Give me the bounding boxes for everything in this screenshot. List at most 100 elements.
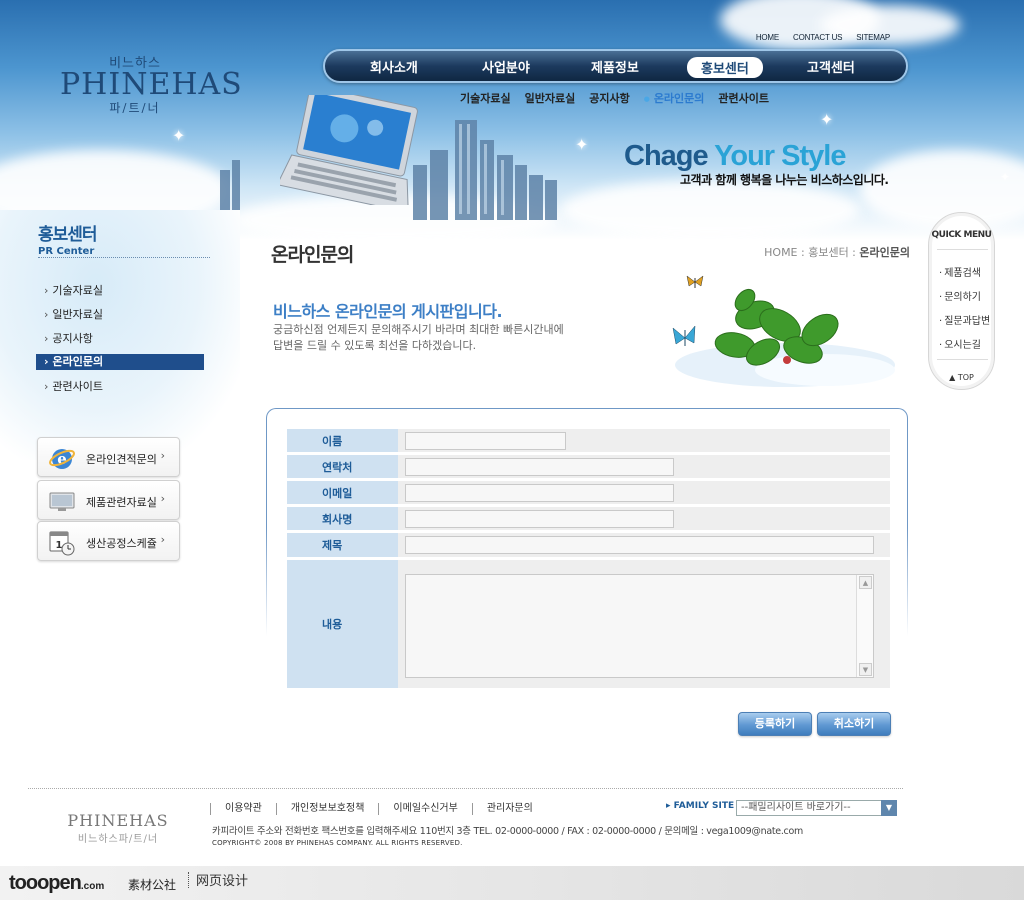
family-site-label: FAMILY SITE [666, 801, 735, 811]
nav-item-business[interactable]: 사업분야 [482, 57, 530, 76]
watermark-cn1: 素材公社 [128, 878, 177, 892]
subnav-related-sites[interactable]: 관련사이트 [718, 90, 769, 106]
watermark-domain: .com [80, 881, 105, 892]
sidebar-item-tech-library[interactable]: 기술자료실 [36, 282, 204, 306]
intro-line-2: 답변을 드릴 수 있도록 최선을 다하겠습니다. [273, 339, 477, 352]
family-site-select[interactable]: --패밀리사이트 바로가기-- ▼ [736, 800, 897, 816]
sidebar-title: 홍보센터 PR Center [38, 220, 98, 257]
footer-link-email-refusal[interactable]: 이메일수신거부 [378, 803, 471, 815]
subject-input[interactable] [405, 536, 874, 554]
quick-menu-divider [937, 359, 988, 360]
breadcrumb: HOME : 홍보센터 : 온라인문의 [764, 244, 910, 260]
slogan-part1: Chage [624, 140, 715, 172]
sidebar-title-en: PR Center [38, 246, 95, 257]
sub-nav: 기술자료실 일반자료실 공지사항 온라인문의 관련사이트 [460, 90, 769, 106]
email-input[interactable] [405, 484, 674, 502]
subnav-notice[interactable]: 공지사항 [589, 90, 629, 106]
laptop-illustration [280, 95, 418, 205]
body-textarea[interactable] [405, 574, 874, 678]
footer-link-admin[interactable]: 관리자문의 [471, 803, 547, 815]
form-row-name: 이름 [287, 429, 890, 452]
utility-links: HOME CONTACT US SITEMAP [756, 33, 890, 42]
scroll-down-icon[interactable]: ▼ [859, 663, 872, 676]
quote-inquiry-button[interactable]: e 온라인견적문의 › [37, 437, 180, 477]
footer-divider [28, 788, 903, 789]
form-label-company: 회사명 [287, 507, 398, 530]
watermark-brand: tooopen [9, 872, 82, 894]
footer-copyright: COPYRIGHT© 2008 BY PHINEHAS COMPANY. ALL… [212, 839, 463, 847]
submit-button[interactable]: 등록하기 [738, 712, 812, 736]
form-row-body: 내용 ▲ ▼ [287, 560, 890, 688]
scroll-up-icon[interactable]: ▲ [859, 576, 872, 589]
sidebar-item-general-library[interactable]: 일반자료실 [36, 306, 204, 330]
slogan-part2: Your Style [714, 140, 846, 172]
calendar-clock-icon: 1 [49, 531, 75, 556]
nav-item-company[interactable]: 회사소개 [370, 57, 418, 76]
footer-link-terms[interactable]: 이용약관 [210, 803, 276, 815]
breadcrumb-current: 온라인문의 [859, 246, 910, 259]
util-home-link[interactable]: HOME [756, 33, 779, 42]
sidebar-item-online-inquiry[interactable]: 온라인문의 [36, 354, 204, 370]
quick-item-qna[interactable]: 질문과답변 [939, 312, 990, 327]
subnav-tech-library[interactable]: 기술자료실 [460, 90, 511, 106]
quick-menu: QUICK MENU 제품검색 문의하기 질문과답변 오시는길 ▲ TOP [928, 212, 995, 390]
chevron-right-icon: › [160, 533, 165, 546]
subnav-general-library[interactable]: 일반자료실 [525, 90, 576, 106]
sidebar-item-notice[interactable]: 공지사항 [36, 330, 204, 354]
footer-address: 카피라이트 주소와 전화번호 팩스번호를 입력해주세요 110번지 3층 TEL… [212, 826, 803, 837]
util-contact-link[interactable]: CONTACT US [793, 33, 842, 42]
chevron-right-icon: › [160, 492, 165, 505]
butterfly-icon [686, 275, 704, 288]
quick-item-inquiry[interactable]: 문의하기 [939, 288, 981, 303]
textarea-scrollbar[interactable]: ▲ ▼ [856, 575, 873, 677]
footer-links: 이용약관 개인정보보호정책 이메일수신거부 관리자문의 [210, 803, 547, 815]
internet-explorer-icon: e [49, 449, 75, 469]
main-nav: 회사소개 사업분야 제품정보 홍보센터 고객센터 [323, 49, 908, 83]
watermark-logo: tooopen.com [9, 872, 104, 895]
slogan-subtitle: 고객과 함께 행복을 나누는 비스하스입니다. [680, 173, 889, 187]
production-schedule-button[interactable]: 1 생산공정스케쥴 › [37, 521, 180, 561]
form-row-contact: 연락처 [287, 455, 890, 478]
form-label-email: 이메일 [287, 481, 398, 504]
leaves-butterfly-illustration [672, 275, 895, 387]
chevron-right-icon: › [160, 449, 165, 462]
chevron-down-icon[interactable]: ▼ [881, 800, 897, 816]
quick-menu-divider [937, 249, 988, 250]
watermark-cn2: 网页设计 [196, 874, 249, 889]
nav-item-products[interactable]: 제품정보 [591, 57, 639, 76]
nav-item-customer[interactable]: 고객센터 [807, 57, 855, 76]
form-row-email: 이메일 [287, 481, 890, 504]
sidebar-item-related-sites[interactable]: 관련사이트 [36, 378, 204, 402]
name-input[interactable] [405, 432, 566, 450]
form-label-contact: 연락처 [287, 455, 398, 478]
footer-link-privacy[interactable]: 개인정보보호정책 [275, 803, 379, 815]
slogan-title: Chage Your Style [624, 140, 889, 173]
page-title: 온라인문의 [271, 244, 354, 266]
scroll-top-button[interactable]: ▲ TOP [929, 373, 994, 382]
intro-heading: 비느하스 온라인문의 게시판입니다. [273, 302, 503, 321]
form-row-company: 회사명 [287, 507, 890, 530]
sidebar-title-kr: 홍보센터 [38, 225, 98, 245]
intro-line-1: 궁금하신점 언제든지 문의해주시기 바라며 최대한 빠른시간내에 [273, 323, 564, 336]
monitor-icon [49, 492, 75, 511]
nav-item-pr-center[interactable]: 홍보센터 [687, 57, 763, 78]
footer-logo[interactable]: PHINEHAS 비느하스파/트/너 [66, 811, 170, 845]
product-library-label: 제품관련자료실 [86, 496, 157, 509]
sidebar-menu: 기술자료실 일반자료실 공지사항 온라인문의 관련사이트 [36, 282, 204, 402]
quick-item-directions[interactable]: 오시는길 [939, 336, 981, 351]
quick-item-product-search[interactable]: 제품검색 [939, 264, 981, 279]
subnav-online-inquiry[interactable]: 온라인문의 [644, 90, 705, 106]
footer-logo-en: PHINEHAS [67, 811, 169, 830]
production-schedule-label: 생산공정스케쥴 [86, 537, 157, 550]
form-label-body: 내용 [287, 560, 398, 688]
contact-input[interactable] [405, 458, 674, 476]
product-library-button[interactable]: 제품관련자료실 › [37, 480, 180, 520]
footer-logo-kr: 비느하스파/트/너 [77, 834, 159, 845]
svg-text:1: 1 [56, 540, 63, 551]
util-sitemap-link[interactable]: SITEMAP [856, 33, 890, 42]
intro-text: 궁금하신점 언제든지 문의해주시기 바라며 최대한 빠른시간내에 답변을 드릴 … [273, 322, 603, 354]
site-logo[interactable]: 비느하스 PHINEHAS 파/트/너 [60, 52, 242, 116]
form-label-name: 이름 [287, 429, 398, 452]
cancel-button[interactable]: 취소하기 [817, 712, 891, 736]
company-input[interactable] [405, 510, 674, 528]
